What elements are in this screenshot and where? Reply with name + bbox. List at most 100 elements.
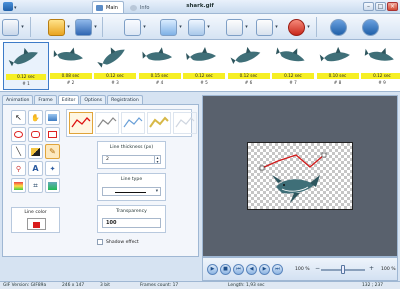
status-gif-version: GIF Version: GIF89a [3, 283, 47, 288]
style-preset-yellow[interactable] [147, 112, 171, 134]
thickness-spinner[interactable]: ▴ ▾ [154, 156, 160, 163]
zoom-slider-knob[interactable] [341, 265, 345, 274]
pick-tool[interactable]: ✋ [28, 110, 43, 125]
rectangle-tool[interactable] [45, 127, 60, 142]
tab-main[interactable]: Main [92, 1, 124, 13]
canvas-area[interactable] [202, 95, 398, 257]
zoom-percent-left: 100 % [295, 267, 310, 272]
zoom-tool[interactable]: ⚲ [11, 161, 26, 176]
last-frame-button[interactable]: ⏭ [272, 264, 283, 275]
frame-number: # 8 [333, 80, 342, 85]
open-folder-icon [48, 18, 65, 36]
resize-button[interactable]: ▾ [188, 17, 212, 37]
close-window-button[interactable]: × [387, 2, 398, 11]
fill-tool[interactable] [28, 144, 43, 159]
save-button[interactable]: ▾ [75, 17, 99, 37]
magnifier-icon: ⚲ [15, 164, 22, 173]
pointer-icon: ↖ [15, 113, 22, 122]
shark-thumbnail [7, 45, 45, 70]
move-right-button[interactable] [362, 17, 379, 37]
drawing-tools: ↖ ✋ ╲ ✎ ⚲ A ✦ ⌗ [11, 110, 61, 193]
frame-thumbnail[interactable]: 0.12 sec # 1 [3, 42, 49, 90]
shark-thumbnail [51, 44, 89, 69]
style-preset-blue[interactable] [121, 112, 145, 134]
minimize-button[interactable]: – [363, 2, 374, 11]
frame-number: # 1 [22, 81, 30, 86]
menu-button[interactable]: ▾ [2, 17, 26, 37]
play-button[interactable]: ▶ [207, 264, 218, 275]
frame-delay: 0.12 sec [272, 73, 314, 79]
zoom-out-icon[interactable]: − [315, 265, 320, 272]
line-type-group: Line type ▾ [97, 173, 166, 201]
pencil-tool[interactable]: ✎ [45, 144, 60, 159]
stamp-tool[interactable]: ✦ [45, 161, 60, 176]
gradient-tool[interactable] [11, 178, 26, 193]
delete-button[interactable]: ▾ [288, 17, 312, 37]
style-preset-light[interactable] [173, 112, 197, 134]
maximize-button[interactable]: □ [375, 2, 386, 11]
tab-frame[interactable]: Frame [34, 95, 57, 104]
frame-delay: 0.08 sec [49, 73, 92, 79]
stamp-icon: ✦ [49, 164, 56, 173]
transparency-input[interactable]: 100 [102, 218, 161, 228]
frame-thumbnail[interactable]: 0.12 sec # 9 [359, 42, 400, 90]
frame-edit-button[interactable]: ▾ [124, 17, 148, 37]
frame-thumbnail[interactable]: 0.08 sec # 2 [48, 42, 94, 90]
frame-thumbnail[interactable]: 0.10 sec # 8 [315, 42, 361, 90]
left-panel-tabs: Animation Frame Editor Options Registrat… [2, 95, 143, 105]
next-icon: ▶ [262, 266, 267, 272]
text-tool[interactable]: A [28, 161, 43, 176]
shadow-effect-checkbox[interactable] [97, 239, 103, 245]
image-tool[interactable] [45, 110, 60, 125]
rounded-rect-tool[interactable] [28, 127, 43, 142]
frame-thumbnail[interactable]: 0.12 sec # 5 [181, 42, 227, 90]
line-handle-start[interactable] [259, 165, 265, 171]
ribbon-tabs: Main Info [92, 1, 155, 14]
ellipse-tool[interactable] [11, 127, 26, 142]
line-type-dropdown[interactable]: ▾ [102, 187, 161, 196]
tab-registration[interactable]: Registration [107, 95, 143, 104]
frame-thumbnail[interactable]: 0.12 sec # 3 [92, 42, 138, 90]
stop-button[interactable]: ■ [220, 264, 231, 275]
gradient-icon [14, 181, 23, 190]
line-color-swatch[interactable] [27, 218, 46, 230]
open-file-button[interactable]: ▾ [48, 17, 72, 37]
tab-info[interactable]: Info [126, 1, 155, 13]
color-chip [33, 222, 40, 228]
select-tool[interactable]: ↖ [11, 110, 26, 125]
text-icon: A [32, 164, 39, 173]
effects-button[interactable]: ▾ [160, 17, 184, 37]
line-icon: ╲ [16, 147, 21, 156]
frame-delay: 0.12 sec [183, 73, 225, 79]
style-preset-red[interactable] [69, 112, 93, 134]
crop-tool[interactable]: ⌗ [28, 178, 43, 193]
shark-thumbnail [362, 44, 400, 69]
copy-button[interactable]: ▾ [226, 17, 250, 37]
frame-thumbnail[interactable]: 0.12 sec # 7 [270, 42, 316, 90]
frame-number: # 9 [378, 80, 386, 85]
frame-thumbnail[interactable]: 0.15 sec # 4 [137, 42, 183, 90]
frame-number: # 6 [244, 80, 253, 85]
frame-thumbnail[interactable]: 0.12 sec # 6 [226, 42, 272, 90]
first-frame-button[interactable]: ⏮ [233, 264, 244, 275]
solid-line-preview [115, 192, 146, 193]
next-frame-button[interactable]: ▶ [259, 264, 270, 275]
frame-delay: 0.15 sec [138, 73, 181, 79]
style-preset-gray[interactable] [95, 112, 119, 134]
frame-delay: 0.12 sec [94, 73, 136, 79]
line-tool[interactable]: ╲ [11, 144, 26, 159]
line-thickness-input[interactable]: 2 ▴ ▾ [102, 155, 161, 164]
tab-options[interactable]: Options [80, 95, 107, 104]
paste-button[interactable]: ▾ [256, 17, 280, 37]
move-left-button[interactable] [330, 17, 347, 37]
shadow-effect-row[interactable]: Shadow effect [97, 239, 139, 245]
prev-frame-button[interactable]: ◀ [246, 264, 257, 275]
transparency-group: Transparency 100 [97, 205, 166, 233]
info-tab-icon [129, 5, 137, 11]
zoom-in-icon[interactable]: + [369, 265, 374, 272]
image-canvas[interactable] [247, 142, 353, 210]
line-handle-end[interactable] [321, 152, 327, 158]
chevron-down-icon: ▾ [155, 189, 158, 194]
picture-tool[interactable] [45, 178, 60, 193]
tab-animation[interactable]: Animation [2, 95, 34, 104]
